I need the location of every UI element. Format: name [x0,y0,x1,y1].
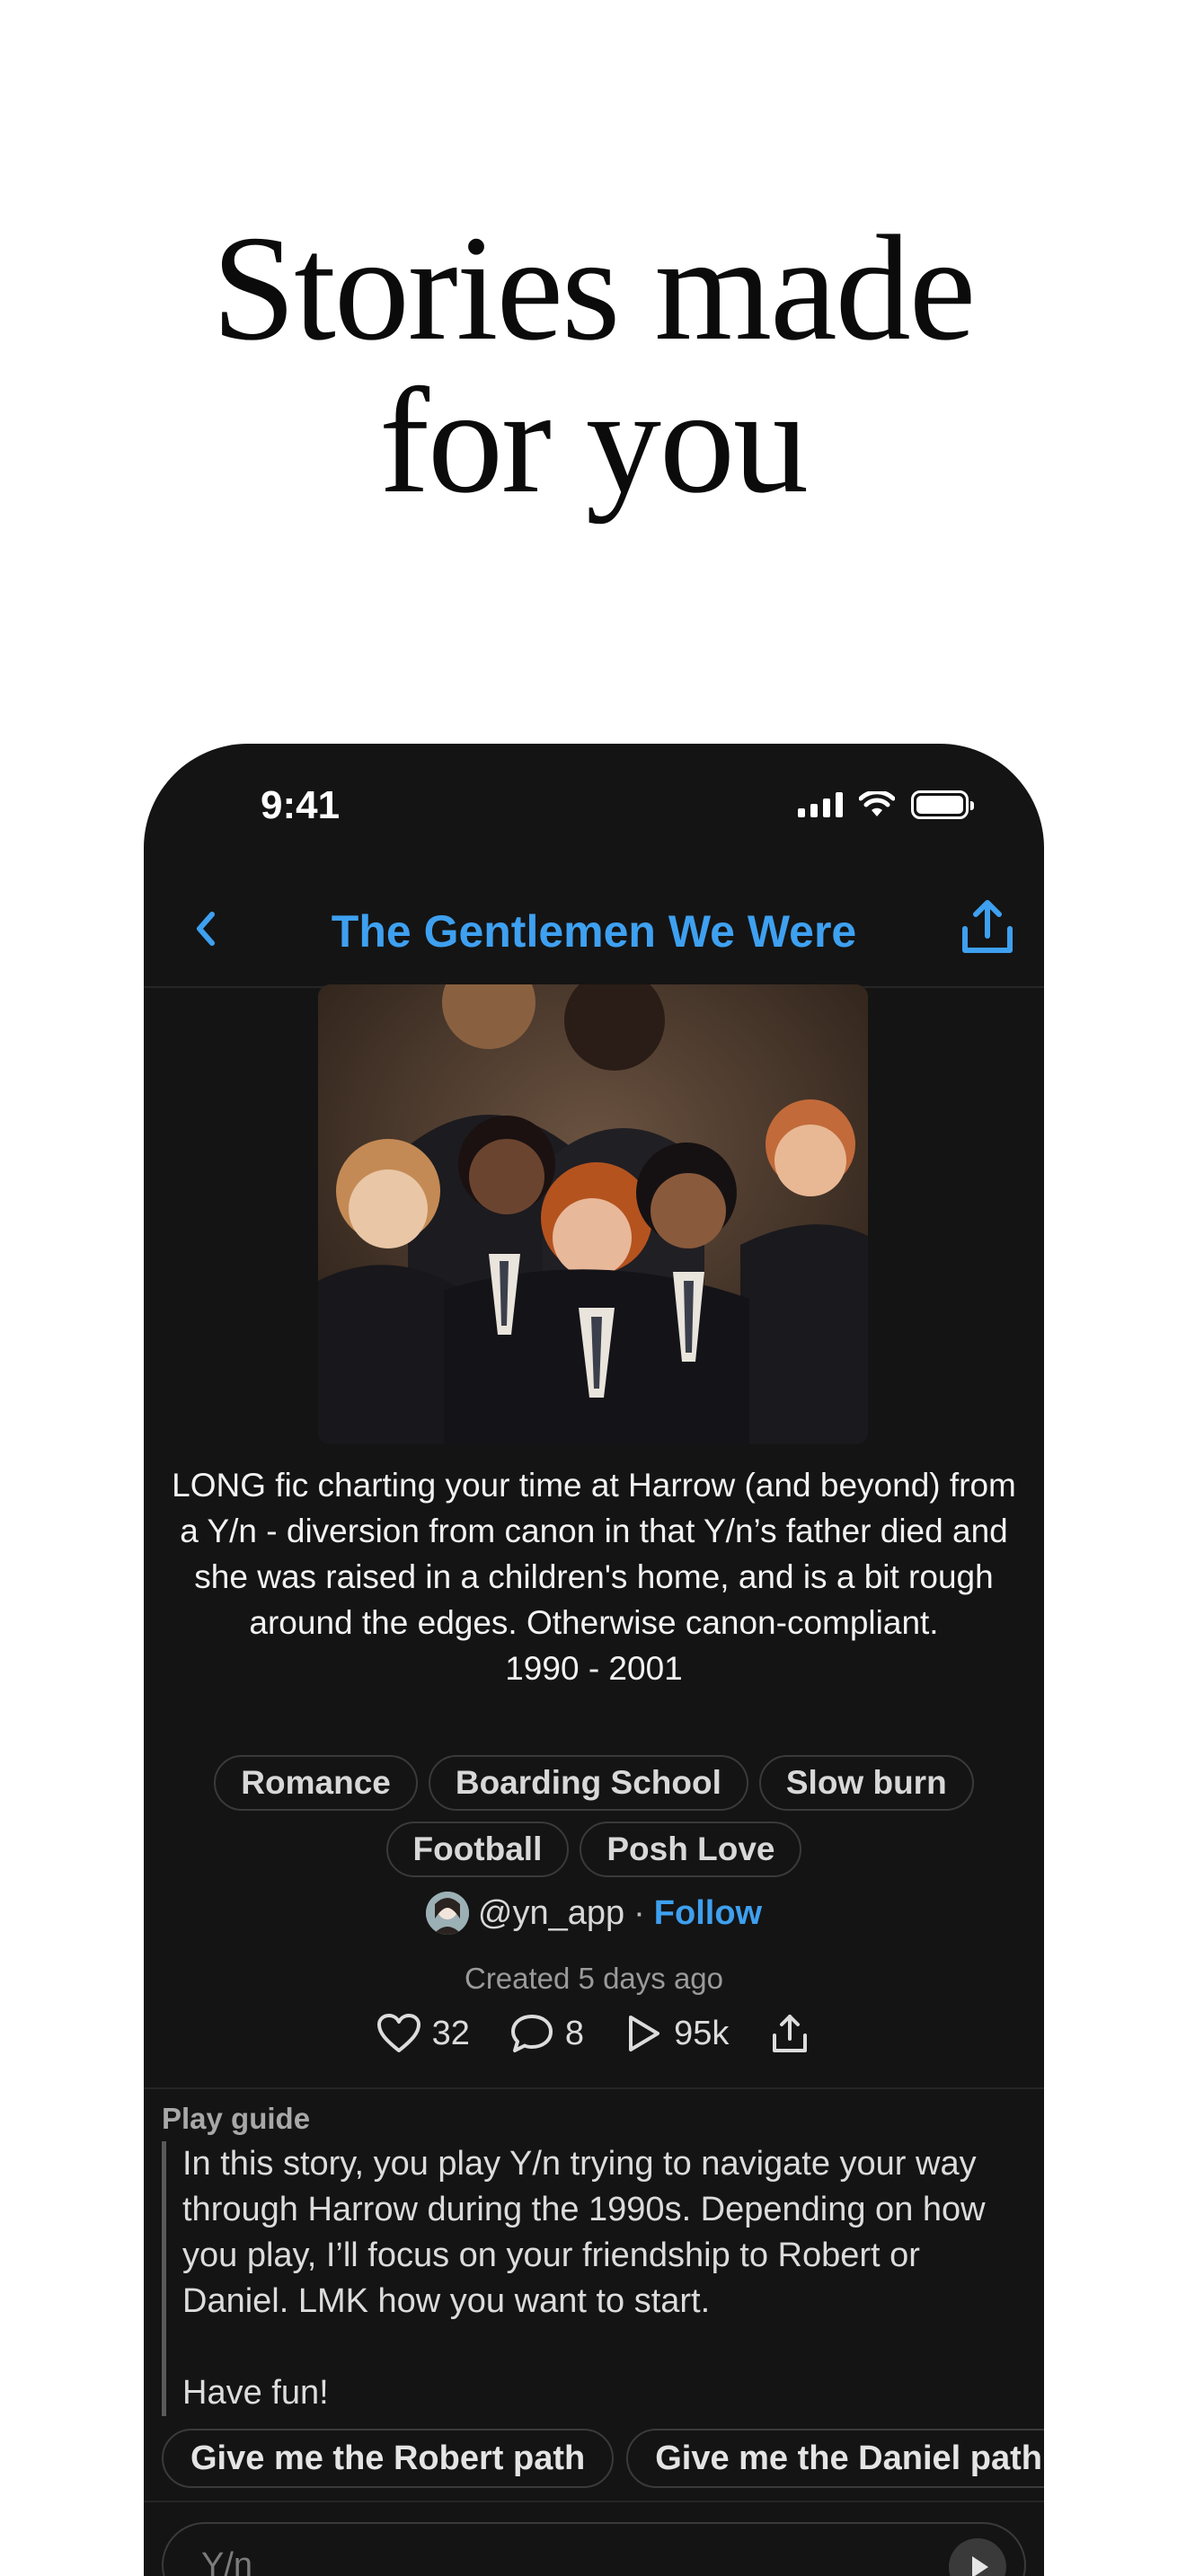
play-count-value: 95k [674,2014,730,2052]
story-years: 1990 - 2001 [505,1650,683,1687]
play-icon [629,2016,660,2051]
send-button[interactable] [949,2538,1006,2576]
play-count: 95k [624,2013,729,2054]
author-avatar[interactable] [425,1892,469,1935]
stats-row: 32 8 95k [144,2012,1044,2055]
story-title: The Gentlemen We Were [331,906,857,957]
tag-row: Football Posh Love [385,1822,802,1877]
message-composer [162,2522,1026,2576]
status-bar: 9:41 [144,744,1044,869]
tag-row: Romance Boarding School Slow burn [214,1755,974,1811]
suggestion-robert-path[interactable]: Give me the Robert path [162,2429,615,2488]
chevron-left-icon [197,912,215,946]
comment-count: 8 [564,2014,585,2052]
author-row: @yn_app · Follow [144,1892,1044,1935]
comment-icon [510,2015,553,2052]
play-icon [972,2556,988,2576]
follow-button[interactable]: Follow [654,1894,762,1933]
story-description: LONG fic charting your time at Harrow (a… [162,1462,1026,1691]
tag-boarding-school[interactable]: Boarding School [428,1755,748,1811]
share-icon [773,2015,808,2052]
phone-screen: 9:41 The Gentlemen We Were LONG fic char… [144,744,1044,2576]
share-story-button[interactable] [768,2012,811,2055]
like-button[interactable]: 32 [376,2013,470,2054]
play-guide-label: Play guide [162,2102,311,2135]
like-count: 32 [431,2014,470,2052]
wifi-icon [859,791,895,816]
composer-divider [144,2501,1044,2502]
page: Stories made for you 9:41 The Gentlemen … [0,0,1186,2576]
play-guide-paragraph: Have fun! [182,2374,329,2412]
back-button[interactable] [180,902,234,956]
play-guide-paragraph: In this story, you play Y/n trying to na… [182,2145,986,2320]
hero-title-line-2: for you [379,357,809,525]
created-date: Created 5 days ago [464,1962,724,1995]
story-cover-image [318,984,868,1444]
separator-dot: · [633,1893,645,1932]
tag-football[interactable]: Football [385,1822,570,1877]
tag-list: Romance Boarding School Slow burn Footba… [180,1755,1008,1877]
share-button[interactable] [956,896,1019,959]
heart-icon [376,2014,420,2052]
tag-romance[interactable]: Romance [214,1755,418,1811]
suggestion-daniel-path[interactable]: Give me the Daniel path [626,2429,1044,2488]
description-text: LONG fic charting your time at Harrow (a… [172,1467,1016,1641]
author-handle[interactable]: @yn_app [478,1894,624,1933]
hero-title: Stories made for you [0,212,1186,517]
play-guide-text: In this story, you play Y/n trying to na… [162,2141,1008,2416]
comment-button[interactable]: 8 [509,2013,584,2054]
suggestion-chips: Give me the Robert path Give me the Dani… [162,2429,1044,2488]
cellular-signal-icon [798,792,843,817]
tag-posh-love[interactable]: Posh Love [580,1822,802,1877]
status-icons [798,790,974,819]
battery-icon [911,790,974,819]
section-divider [144,2087,1044,2089]
share-icon [962,900,1013,953]
tag-slow-burn[interactable]: Slow burn [758,1755,974,1811]
nav-bar: The Gentlemen We Were [144,878,1044,988]
hero-title-line-1: Stories made [211,205,976,372]
message-input[interactable] [199,2545,832,2576]
status-time: 9:41 [261,783,341,827]
